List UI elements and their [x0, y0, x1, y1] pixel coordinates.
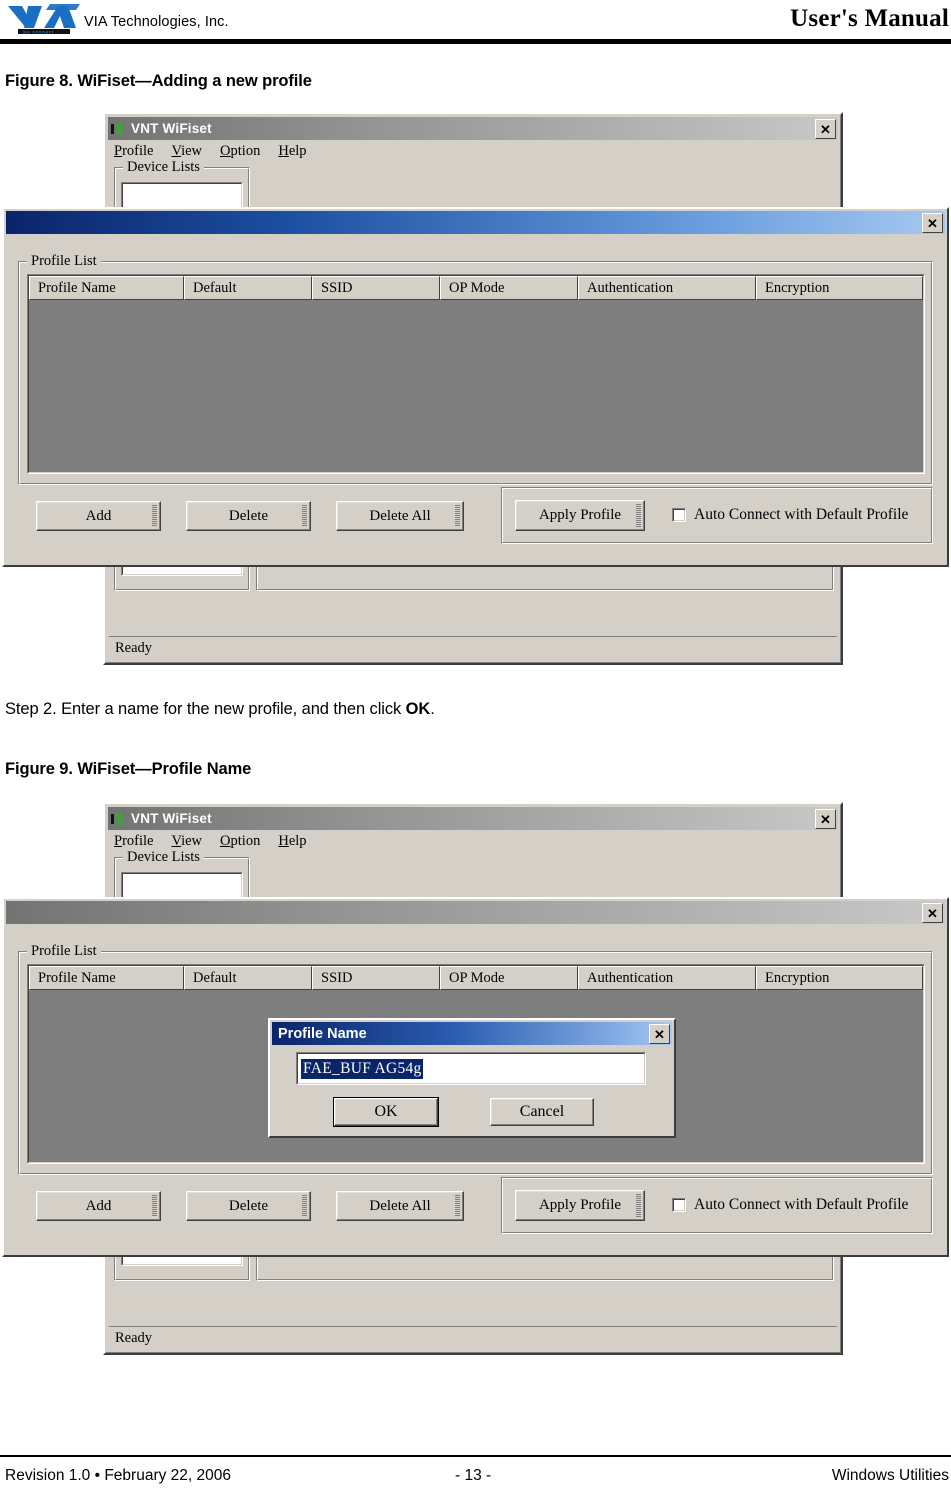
menu-item-view[interactable]: View [171, 833, 202, 850]
menu-item-option[interactable]: Option [220, 833, 260, 850]
step2-text: Step 2. Enter a name for the new profile… [5, 700, 406, 718]
footer-revision: Revision 1.0 • February 22, 2006 [5, 1467, 231, 1484]
profile-name-input-value: FAE_BUF AG54g [301, 1058, 423, 1079]
via-logo: we connect [6, 2, 84, 36]
app-title: VNT WiFiset [131, 811, 212, 826]
apply-profile-button[interactable]: Apply Profile [515, 1190, 645, 1221]
footer-divider [0, 1455, 951, 1457]
menu-item-option[interactable]: Option [220, 143, 260, 160]
footer-section: Windows Utilities [831, 1467, 949, 1484]
app-statusbar: Ready [109, 1326, 837, 1349]
app-title: VNT WiFiset [131, 121, 212, 136]
profile-list-group: Profile List Profile Name Default SSID O… [18, 253, 933, 485]
profile-name-input[interactable]: FAE_BUF AG54g [296, 1052, 646, 1085]
profile-list-header-row: Profile Name Default SSID OP Mode Authen… [29, 966, 923, 990]
auto-connect-label: Auto Connect with Default Profile [694, 506, 909, 523]
delete-button[interactable]: Delete [186, 501, 311, 531]
footer-page-number: - 13 - [455, 1467, 492, 1484]
menu-item-view[interactable]: View [171, 143, 202, 160]
page-header: we connect VIA Technologies, Inc. User's… [0, 0, 951, 46]
wifi-signal-icon [110, 121, 127, 137]
column-header-encryption[interactable]: Encryption [756, 966, 923, 990]
column-header-ssid[interactable]: SSID [312, 966, 440, 990]
auto-connect-checkbox[interactable] [672, 508, 686, 522]
app-statusbar: Ready [109, 636, 837, 659]
column-header-authentication[interactable]: Authentication [578, 276, 756, 300]
company-name: VIA Technologies, Inc. [84, 14, 229, 30]
close-icon[interactable]: ✕ [922, 903, 943, 923]
profile-list-label: Profile List [27, 943, 101, 960]
step2-instruction: Step 2. Enter a name for the new profile… [5, 700, 435, 719]
column-header-encryption[interactable]: Encryption [756, 276, 923, 300]
profile-dialog-titlebar[interactable]: ✕ [6, 901, 945, 924]
status-text: Ready [115, 1329, 153, 1346]
delete-button[interactable]: Delete [186, 1191, 311, 1221]
step2-period: . [430, 700, 435, 718]
document-title: User's Manual [790, 5, 949, 32]
delete-all-button[interactable]: Delete All [336, 501, 464, 531]
app-menubar: PProfilerofile View Option Help [106, 140, 840, 163]
figure9-caption: Figure 9. WiFiset—Profile Name [5, 760, 252, 778]
profile-dialog-titlebar[interactable]: ✕ [6, 211, 945, 234]
auto-connect-checkbox-row[interactable]: Auto Connect with Default Profile [672, 1196, 908, 1214]
wifi-signal-icon [110, 811, 127, 827]
profile-list-body[interactable] [29, 300, 923, 472]
column-header-default[interactable]: Default [184, 276, 312, 300]
profile-name-title: Profile Name [278, 1025, 367, 1042]
profile-name-titlebar[interactable]: Profile Name ✕ [272, 1022, 672, 1045]
step2-ok-emphasis: OK [405, 700, 431, 718]
profile-list-view[interactable]: Profile Name Default SSID OP Mode Authen… [27, 274, 925, 474]
column-header-profile-name[interactable]: Profile Name [29, 966, 184, 990]
column-header-default[interactable]: Default [184, 966, 312, 990]
menu-item-help[interactable]: Help [278, 833, 306, 850]
close-icon[interactable]: ✕ [922, 213, 943, 233]
page-footer: Revision 1.0 • February 22, 2006 - 13 - … [0, 1445, 951, 1493]
profile-list-header-row: Profile Name Default SSID OP Mode Authen… [29, 276, 923, 300]
column-header-profile-name[interactable]: Profile Name [29, 276, 184, 300]
profile-name-dialog: Profile Name ✕ FAE_BUF AG54g OK Cancel [268, 1018, 676, 1138]
profile-list-dialog-figure8: ✕ Profile List Profile Name Default SSID… [2, 207, 949, 567]
column-header-authentication[interactable]: Authentication [578, 966, 756, 990]
auto-connect-checkbox-row[interactable]: Auto Connect with Default Profile [672, 506, 908, 524]
device-lists-label: Device Lists [123, 849, 204, 866]
app-menubar: Profile View Option Help [106, 830, 840, 853]
ok-button[interactable]: OK [333, 1097, 439, 1127]
svg-text:we connect: we connect [22, 29, 54, 34]
close-icon[interactable]: ✕ [815, 809, 836, 829]
device-lists-label: Device Lists [123, 159, 204, 176]
close-icon[interactable]: ✕ [815, 119, 836, 139]
app-titlebar[interactable]: VNT WiFiset ✕ [108, 117, 838, 140]
auto-connect-label: Auto Connect with Default Profile [694, 1196, 909, 1213]
close-icon[interactable]: ✕ [649, 1024, 670, 1044]
profile-list-label: Profile List [27, 253, 101, 270]
add-button[interactable]: Add [36, 501, 161, 531]
column-header-op-mode[interactable]: OP Mode [440, 276, 578, 300]
status-text: Ready [115, 639, 153, 656]
menu-item-help[interactable]: Help [278, 143, 306, 160]
column-header-ssid[interactable]: SSID [312, 276, 440, 300]
header-divider [0, 39, 951, 44]
delete-all-button[interactable]: Delete All [336, 1191, 464, 1221]
app-titlebar[interactable]: VNT WiFiset ✕ [108, 807, 838, 830]
cancel-button[interactable]: Cancel [490, 1098, 594, 1126]
add-button[interactable]: Add [36, 1191, 161, 1221]
menu-item-profile[interactable]: Profile [114, 833, 153, 850]
figure8-caption: Figure 8. WiFiset—Adding a new profile [5, 72, 312, 90]
column-header-op-mode[interactable]: OP Mode [440, 966, 578, 990]
auto-connect-checkbox[interactable] [672, 1198, 686, 1212]
apply-profile-button[interactable]: Apply Profile [515, 500, 645, 531]
menu-item-profile[interactable]: PProfilerofile [114, 143, 153, 160]
